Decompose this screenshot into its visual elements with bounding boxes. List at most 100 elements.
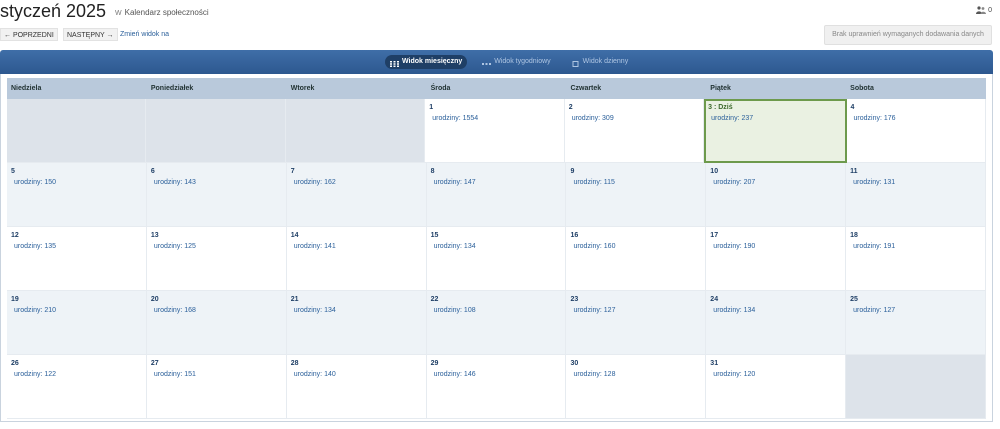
week-view-button[interactable]: Widok tygodniowy bbox=[477, 55, 555, 69]
birthday-event-link[interactable]: urodziny: 120 bbox=[713, 371, 755, 378]
birthday-event-link[interactable]: urodziny: 108 bbox=[434, 307, 476, 314]
birthday-event-link[interactable]: urodziny: 143 bbox=[154, 179, 196, 186]
day-number[interactable]: 12 bbox=[11, 232, 19, 239]
day-number[interactable]: 1 bbox=[429, 104, 433, 111]
day-cell[interactable]: 8 urodziny: 147 bbox=[426, 163, 567, 227]
day-cell[interactable]: 28 urodziny: 140 bbox=[286, 355, 427, 419]
day-cell[interactable]: 14 urodziny: 141 bbox=[286, 227, 427, 291]
day-cell[interactable]: 4 urodziny: 176 bbox=[846, 99, 986, 163]
day-cell[interactable]: 30 urodziny: 128 bbox=[566, 355, 707, 419]
birthday-event-link[interactable]: urodziny: 141 bbox=[294, 243, 336, 250]
birthday-event-link[interactable]: urodziny: 190 bbox=[713, 243, 755, 250]
next-button[interactable]: NASTĘPNY → bbox=[63, 28, 118, 41]
birthday-event-link[interactable]: urodziny: 115 bbox=[573, 179, 615, 186]
day-number[interactable]: 6 bbox=[151, 168, 155, 175]
day-number[interactable]: 17 bbox=[710, 232, 718, 239]
birthday-event-link[interactable]: urodziny: 237 bbox=[711, 115, 753, 122]
birthday-event-link[interactable]: urodziny: 131 bbox=[853, 179, 895, 186]
birthday-event-link[interactable]: urodziny: 160 bbox=[573, 243, 615, 250]
birthday-event-link[interactable]: urodziny: 125 bbox=[154, 243, 196, 250]
day-number[interactable]: 11 bbox=[850, 168, 857, 175]
day-number[interactable]: 15 bbox=[431, 232, 439, 239]
day-cell[interactable]: 16 urodziny: 160 bbox=[566, 227, 707, 291]
previous-button[interactable]: ← POPRZEDNI bbox=[0, 28, 58, 41]
day-number[interactable]: 20 bbox=[151, 296, 159, 303]
day-number[interactable]: 21 bbox=[291, 296, 299, 303]
day-number[interactable]: 9 bbox=[570, 168, 574, 175]
day-cell[interactable]: 29 urodziny: 146 bbox=[426, 355, 567, 419]
day-cell[interactable]: 27 urodziny: 151 bbox=[146, 355, 287, 419]
birthday-event-link[interactable]: urodziny: 122 bbox=[14, 371, 56, 378]
birthday-event-link[interactable]: urodziny: 309 bbox=[572, 115, 614, 122]
calendar-name[interactable]: Kalendarz społeczności bbox=[125, 8, 209, 17]
day-number[interactable]: 31 bbox=[710, 360, 718, 367]
day-cell[interactable]: 18 urodziny: 191 bbox=[846, 227, 987, 291]
day-number[interactable]: 8 bbox=[431, 168, 435, 175]
day-number[interactable]: 10 bbox=[710, 168, 718, 175]
day-cell[interactable]: 19 urodziny: 210 bbox=[7, 291, 147, 355]
day-number[interactable]: 13 bbox=[151, 232, 159, 239]
day-cell[interactable]: 9 urodziny: 115 bbox=[566, 163, 707, 227]
day-number[interactable]: 3 : Dziś bbox=[708, 104, 733, 111]
birthday-event-link[interactable]: urodziny: 151 bbox=[154, 371, 196, 378]
change-view-link[interactable]: Zmień widok na bbox=[120, 28, 169, 41]
day-cell[interactable]: 31 urodziny: 120 bbox=[706, 355, 847, 419]
day-number[interactable]: 25 bbox=[850, 296, 858, 303]
birthday-event-link[interactable]: urodziny: 128 bbox=[573, 371, 615, 378]
day-number[interactable]: 16 bbox=[570, 232, 578, 239]
today-cell[interactable]: 3 : Dziś urodziny: 237 bbox=[704, 99, 847, 163]
day-cell[interactable]: 26 urodziny: 122 bbox=[7, 355, 147, 419]
day-number[interactable]: 14 bbox=[291, 232, 299, 239]
day-cell[interactable]: 11 urodziny: 131 bbox=[846, 163, 987, 227]
birthday-event-link[interactable]: urodziny: 176 bbox=[854, 115, 896, 122]
birthday-event-link[interactable]: urodziny: 134 bbox=[294, 307, 336, 314]
day-number[interactable]: 26 bbox=[11, 360, 19, 367]
day-number[interactable]: 19 bbox=[11, 296, 19, 303]
day-cell[interactable]: 20 urodziny: 168 bbox=[146, 291, 287, 355]
day-view-button[interactable]: Widok dzienny bbox=[566, 55, 634, 69]
day-number[interactable]: 27 bbox=[151, 360, 159, 367]
day-cell[interactable]: 1 urodziny: 1554 bbox=[425, 99, 565, 163]
online-users[interactable]: 0 bbox=[976, 6, 992, 14]
day-number[interactable]: 30 bbox=[570, 360, 578, 367]
day-cell[interactable]: 10 urodziny: 207 bbox=[706, 163, 847, 227]
birthday-event-link[interactable]: urodziny: 162 bbox=[294, 179, 336, 186]
day-number[interactable]: 22 bbox=[431, 296, 439, 303]
no-permission-button[interactable]: Brak uprawnień wymaganych dodawania dany… bbox=[824, 25, 992, 45]
day-number[interactable]: 4 bbox=[851, 104, 855, 111]
birthday-event-link[interactable]: urodziny: 134 bbox=[434, 243, 476, 250]
month-view-button[interactable]: Widok miesięczny bbox=[385, 55, 468, 69]
birthday-event-link[interactable]: urodziny: 134 bbox=[713, 307, 755, 314]
birthday-event-link[interactable]: urodziny: 210 bbox=[14, 307, 56, 314]
day-cell[interactable]: 23 urodziny: 127 bbox=[566, 291, 707, 355]
day-cell[interactable]: 12 urodziny: 135 bbox=[7, 227, 147, 291]
birthday-event-link[interactable]: urodziny: 168 bbox=[154, 307, 196, 314]
birthday-event-link[interactable]: urodziny: 207 bbox=[713, 179, 755, 186]
day-cell[interactable]: 22 urodziny: 108 bbox=[426, 291, 567, 355]
day-cell[interactable]: 24 urodziny: 134 bbox=[706, 291, 847, 355]
birthday-event-link[interactable]: urodziny: 1554 bbox=[432, 115, 478, 122]
birthday-event-link[interactable]: urodziny: 146 bbox=[434, 371, 476, 378]
birthday-event-link[interactable]: urodziny: 150 bbox=[14, 179, 56, 186]
day-number[interactable]: 2 bbox=[569, 104, 573, 111]
day-cell[interactable]: 5 urodziny: 150 bbox=[7, 163, 147, 227]
day-number[interactable]: 5 bbox=[11, 168, 15, 175]
day-cell[interactable]: 25 urodziny: 127 bbox=[846, 291, 987, 355]
day-number[interactable]: 23 bbox=[570, 296, 578, 303]
day-number[interactable]: 7 bbox=[291, 168, 295, 175]
birthday-event-link[interactable]: urodziny: 127 bbox=[853, 307, 895, 314]
birthday-event-link[interactable]: urodziny: 127 bbox=[573, 307, 615, 314]
birthday-event-link[interactable]: urodziny: 147 bbox=[434, 179, 476, 186]
birthday-event-link[interactable]: urodziny: 191 bbox=[853, 243, 895, 250]
day-cell[interactable]: 21 urodziny: 134 bbox=[286, 291, 427, 355]
day-cell[interactable]: 17 urodziny: 190 bbox=[706, 227, 847, 291]
day-number[interactable]: 24 bbox=[710, 296, 718, 303]
day-cell[interactable]: 13 urodziny: 125 bbox=[146, 227, 287, 291]
day-number[interactable]: 28 bbox=[291, 360, 299, 367]
birthday-event-link[interactable]: urodziny: 140 bbox=[294, 371, 336, 378]
day-cell[interactable]: 7 urodziny: 162 bbox=[286, 163, 427, 227]
day-number[interactable]: 18 bbox=[850, 232, 858, 239]
day-number[interactable]: 29 bbox=[431, 360, 439, 367]
day-cell[interactable]: 15 urodziny: 134 bbox=[426, 227, 567, 291]
day-cell[interactable]: 6 urodziny: 143 bbox=[146, 163, 287, 227]
